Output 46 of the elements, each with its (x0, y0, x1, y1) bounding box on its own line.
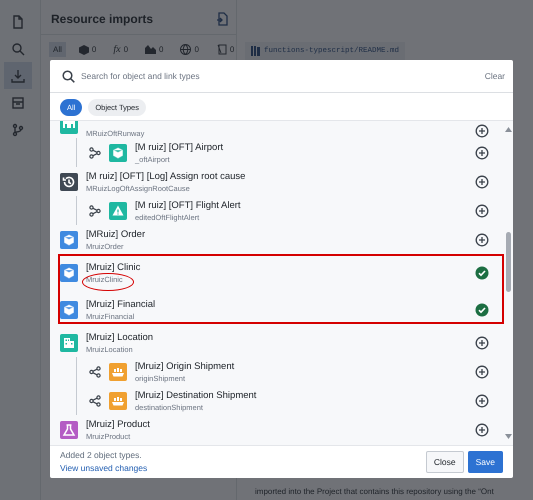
sidebar-button[interactable] (4, 62, 32, 89)
close-button[interactable]: Close (426, 450, 464, 472)
import-file-icon[interactable] (216, 12, 228, 26)
file-icon (11, 14, 25, 28)
add-icon[interactable] (475, 204, 489, 218)
type-name: [M ruiz] [OFT] [Log] Assign root cause (86, 170, 246, 182)
add-icon[interactable] (475, 146, 489, 160)
type-name: [Mruiz] Product (86, 418, 151, 430)
add-icon[interactable] (475, 394, 489, 408)
clear-link[interactable]: Clear (484, 71, 505, 81)
scroll-down-icon[interactable] (504, 434, 512, 439)
type-name: [Mruiz] Location (86, 332, 154, 342)
book-icon (251, 46, 260, 56)
status-message: Added 2 object types. (60, 450, 143, 460)
cube-icon (78, 44, 89, 54)
unsaved-changes-link[interactable]: View unsaved changes (60, 463, 148, 473)
type-name: [Mruiz] Origin Shipment (135, 360, 236, 372)
link-icon (89, 394, 101, 406)
link-icon (89, 204, 101, 216)
type-name: [Mruiz] Financial (86, 298, 156, 310)
readme-text: imported into the Project that contains this repository using the “Ont (254, 487, 495, 496)
link-icon (89, 146, 101, 158)
add-icon[interactable] (475, 124, 489, 138)
save-button[interactable]: Save (468, 450, 503, 472)
type-name: [Mruiz] Destination Shipment (135, 390, 258, 400)
branch-icon (11, 122, 25, 136)
type-name: [M ruiz] [OFT] Airport (135, 142, 224, 152)
add-icon[interactable] (475, 336, 489, 350)
code-file-icon (216, 44, 227, 55)
globe-icon (180, 44, 192, 55)
link-icon (89, 366, 101, 378)
scroll-up-icon[interactable] (504, 127, 512, 132)
add-icon[interactable] (475, 174, 489, 188)
add-icon[interactable] (475, 232, 489, 246)
archive-icon (11, 96, 25, 110)
add-icon[interactable] (475, 422, 489, 436)
type-name: [Mruiz] Clinic (86, 262, 142, 272)
search-icon (11, 42, 25, 56)
download-icon (11, 68, 25, 82)
type-name: [MRuiz] Order (86, 228, 146, 240)
search-icon (62, 70, 75, 82)
add-icon[interactable] (475, 364, 489, 378)
panel-title: Resource imports (51, 12, 154, 26)
type-name: [M ruiz] [OFT] Flight Alert (135, 200, 242, 210)
circle-mark (82, 273, 134, 291)
area-chart-icon (145, 45, 156, 54)
